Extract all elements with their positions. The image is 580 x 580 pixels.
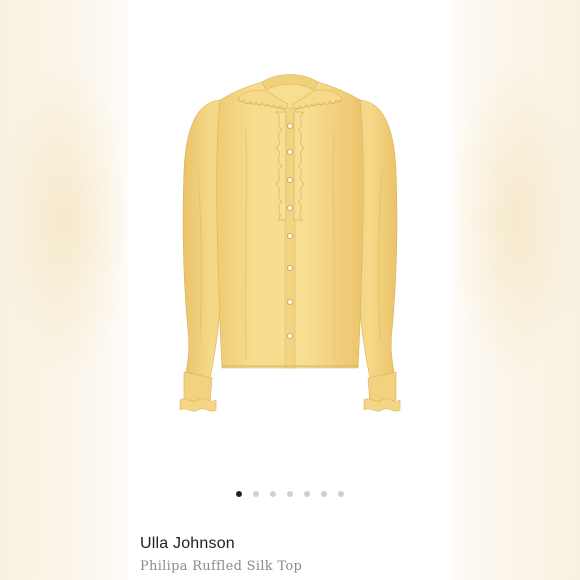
carousel-dots bbox=[128, 488, 452, 500]
carousel-dot-3[interactable] bbox=[270, 491, 276, 497]
blurred-background-right bbox=[450, 0, 580, 580]
carousel-dot-7[interactable] bbox=[338, 491, 344, 497]
carousel-dot-4[interactable] bbox=[287, 491, 293, 497]
blurred-background-left bbox=[0, 0, 130, 580]
carousel-dot-6[interactable] bbox=[321, 491, 327, 497]
carousel-dot-2[interactable] bbox=[253, 491, 259, 497]
product-image[interactable] bbox=[128, 0, 452, 480]
product-card: Ulla Johnson Philipa Ruffled Silk Top bbox=[128, 0, 452, 580]
listing-screenshot: Ulla Johnson Philipa Ruffled Silk Top bbox=[0, 0, 580, 580]
product-title[interactable]: Philipa Ruffled Silk Top bbox=[140, 559, 302, 574]
brand-name[interactable]: Ulla Johnson bbox=[140, 535, 235, 553]
carousel-dot-1[interactable] bbox=[236, 491, 242, 497]
carousel-dot-5[interactable] bbox=[304, 491, 310, 497]
